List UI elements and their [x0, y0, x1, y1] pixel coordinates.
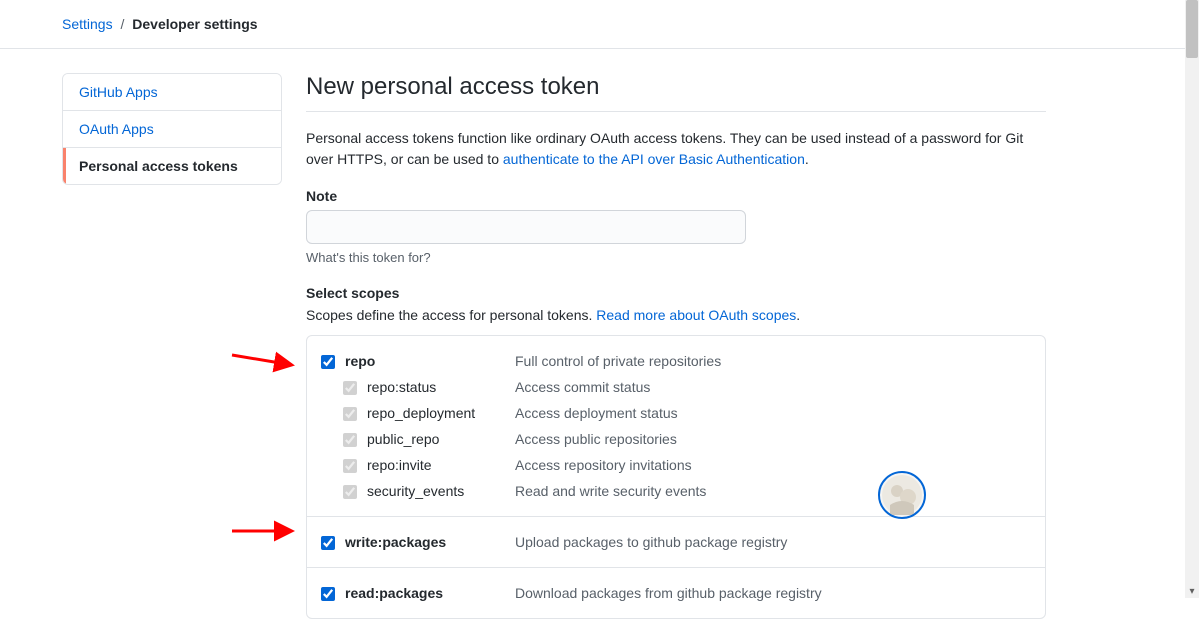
scope-child-row[interactable]: public_repoAccess public repositories [321, 426, 1031, 452]
note-label: Note [306, 188, 1046, 204]
scrollbar-down-icon[interactable]: ▾ [1185, 584, 1199, 598]
scope-checkbox [343, 459, 357, 473]
scope-row[interactable]: read:packagesDownload packages from gith… [321, 580, 1031, 606]
sidebar-item-github-apps[interactable]: GitHub Apps [63, 74, 281, 111]
avatar[interactable] [878, 471, 926, 519]
scopes-desc-post: . [796, 307, 800, 323]
scope-desc: Download packages from github package re… [515, 585, 822, 601]
oauth-scopes-link[interactable]: Read more about OAuth scopes [596, 307, 796, 323]
scope-desc: Access public repositories [515, 431, 677, 447]
scrollbar-thumb[interactable] [1186, 0, 1198, 58]
scope-checkbox[interactable] [321, 536, 335, 550]
scope-checkbox [343, 407, 357, 421]
scope-name: security_events [367, 483, 515, 499]
scope-checkbox[interactable] [321, 355, 335, 369]
breadcrumb: Settings / Developer settings [0, 0, 1199, 49]
scope-checkbox[interactable] [321, 587, 335, 601]
scope-name: write:packages [345, 534, 515, 550]
scope-name: repo_deployment [367, 405, 515, 421]
note-hint: What's this token for? [306, 250, 1046, 265]
scope-checkbox [343, 381, 357, 395]
note-input[interactable] [306, 210, 746, 244]
sidebar: GitHub Apps OAuth Apps Personal access t… [62, 73, 282, 185]
avatar-image-icon [882, 475, 922, 515]
auth-api-link[interactable]: authenticate to the API over Basic Authe… [503, 151, 805, 167]
scope-name: public_repo [367, 431, 515, 447]
scope-desc: Access repository invitations [515, 457, 692, 473]
scope-row[interactable]: repoFull control of private repositories [321, 348, 1031, 374]
sidebar-item-personal-access-tokens[interactable]: Personal access tokens [63, 148, 281, 184]
scope-name: read:packages [345, 585, 515, 601]
scope-child-row[interactable]: repo_deploymentAccess deployment status [321, 400, 1031, 426]
scope-desc: Read and write security events [515, 483, 706, 499]
scrollbar[interactable]: ▾ [1185, 0, 1199, 598]
scope-desc: Upload packages to github package regist… [515, 534, 787, 550]
scope-desc: Full control of private repositories [515, 353, 721, 369]
scopes-description: Scopes define the access for personal to… [306, 307, 1046, 323]
scope-desc: Access commit status [515, 379, 650, 395]
page-title: New personal access token [306, 73, 1046, 112]
scope-child-row[interactable]: repo:inviteAccess repository invitations [321, 452, 1031, 478]
scope-group: read:packagesDownload packages from gith… [307, 568, 1045, 618]
annotation-arrow-icon [230, 517, 300, 545]
description-text-post: . [805, 151, 809, 167]
side-nav: GitHub Apps OAuth Apps Personal access t… [62, 73, 282, 185]
sidebar-item-oauth-apps[interactable]: OAuth Apps [63, 111, 281, 148]
scopes-box: repoFull control of private repositories… [306, 335, 1046, 619]
page-description: Personal access tokens function like ord… [306, 128, 1046, 170]
scope-checkbox [343, 485, 357, 499]
breadcrumb-current: Developer settings [132, 16, 257, 32]
scope-child-row[interactable]: repo:statusAccess commit status [321, 374, 1031, 400]
annotation-arrow-icon [230, 347, 300, 375]
scope-name: repo:invite [367, 457, 515, 473]
breadcrumb-separator: / [116, 16, 128, 32]
scope-desc: Access deployment status [515, 405, 678, 421]
scope-group: write:packagesUpload packages to github … [307, 517, 1045, 568]
scope-row[interactable]: write:packagesUpload packages to github … [321, 529, 1031, 555]
scope-name: repo:status [367, 379, 515, 395]
scopes-label: Select scopes [306, 285, 1046, 301]
scope-checkbox [343, 433, 357, 447]
scopes-desc-text: Scopes define the access for personal to… [306, 307, 596, 323]
breadcrumb-root-link[interactable]: Settings [62, 16, 113, 32]
scope-name: repo [345, 353, 515, 369]
main-content: New personal access token Personal acces… [306, 73, 1046, 619]
scope-group: repoFull control of private repositories… [307, 336, 1045, 517]
